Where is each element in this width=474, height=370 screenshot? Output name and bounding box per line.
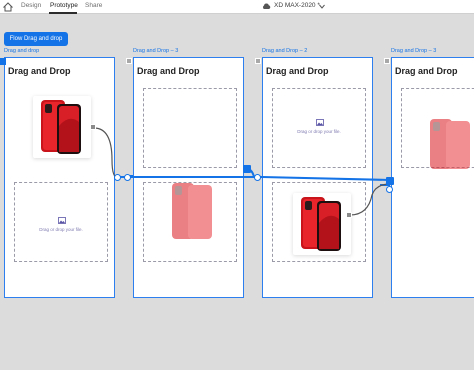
wire-node[interactable] xyxy=(386,186,393,193)
wire-node[interactable] xyxy=(114,174,121,181)
prototype-wires xyxy=(93,127,391,216)
wire-port[interactable] xyxy=(386,177,394,185)
wire-node[interactable] xyxy=(254,174,261,181)
wire-port[interactable] xyxy=(243,165,251,173)
wire-handle[interactable] xyxy=(90,124,96,130)
wire-handle[interactable] xyxy=(346,212,352,218)
wire-node[interactable] xyxy=(124,174,131,181)
